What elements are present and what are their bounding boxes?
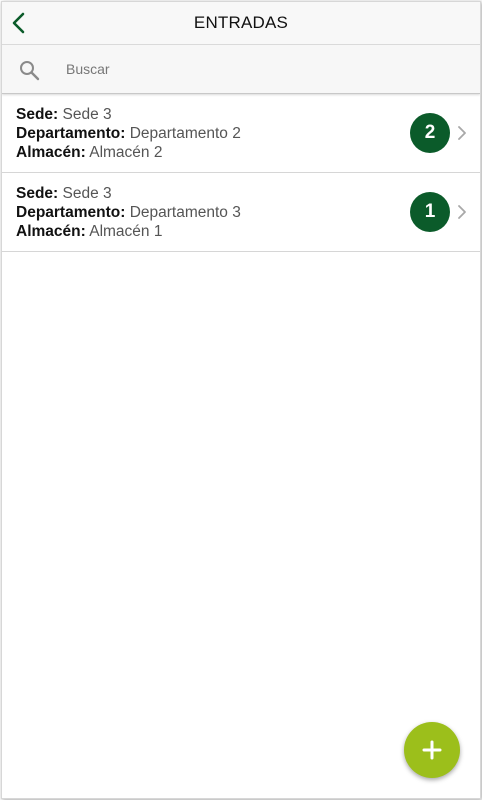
list-item[interactable]: Sede: Sede 3 Departamento: Departamento … (2, 173, 480, 252)
header-bar: ENTRADAS (2, 2, 480, 45)
almacen-value: Almacén 1 (89, 223, 163, 240)
sede-value: Sede 3 (62, 106, 112, 123)
departamento-row: Departamento: Departamento 2 (16, 124, 241, 143)
sede-value: Sede 3 (62, 185, 112, 202)
list-item[interactable]: Sede: Sede 3 Departamento: Departamento … (2, 94, 480, 173)
sede-row: Sede: Sede 3 (16, 105, 112, 124)
departamento-label: Departamento: (16, 125, 126, 142)
sede-row: Sede: Sede 3 (16, 184, 112, 203)
sede-label: Sede: (16, 185, 59, 202)
almacen-label: Almacén: (16, 223, 86, 240)
search-icon[interactable] (18, 59, 40, 81)
departamento-label: Departamento: (16, 204, 126, 221)
app-screen: ENTRADAS Sede: Sede 3 Departamento: Depa… (1, 1, 481, 799)
almacen-row: Almacén: Almacén 2 (16, 143, 162, 162)
page-title: ENTRADAS (193, 13, 289, 32)
search-bar (2, 45, 480, 94)
almacen-value: Almacén 2 (89, 144, 163, 161)
sede-label: Sede: (16, 106, 59, 123)
add-entry-button[interactable] (404, 722, 460, 778)
count-badge: 1 (410, 192, 450, 232)
departamento-value: Departamento 3 (129, 204, 241, 221)
plus-icon (422, 740, 442, 760)
departamento-row: Departamento: Departamento 3 (16, 203, 241, 222)
count-badge: 2 (410, 113, 450, 153)
departamento-value: Departamento 2 (129, 125, 241, 142)
entries-list: Sede: Sede 3 Departamento: Departamento … (2, 94, 480, 252)
chevron-right-icon (458, 205, 466, 219)
almacen-label: Almacén: (16, 144, 86, 161)
chevron-right-icon (458, 126, 466, 140)
search-input[interactable] (62, 55, 460, 83)
almacen-row: Almacén: Almacén 1 (16, 222, 162, 241)
